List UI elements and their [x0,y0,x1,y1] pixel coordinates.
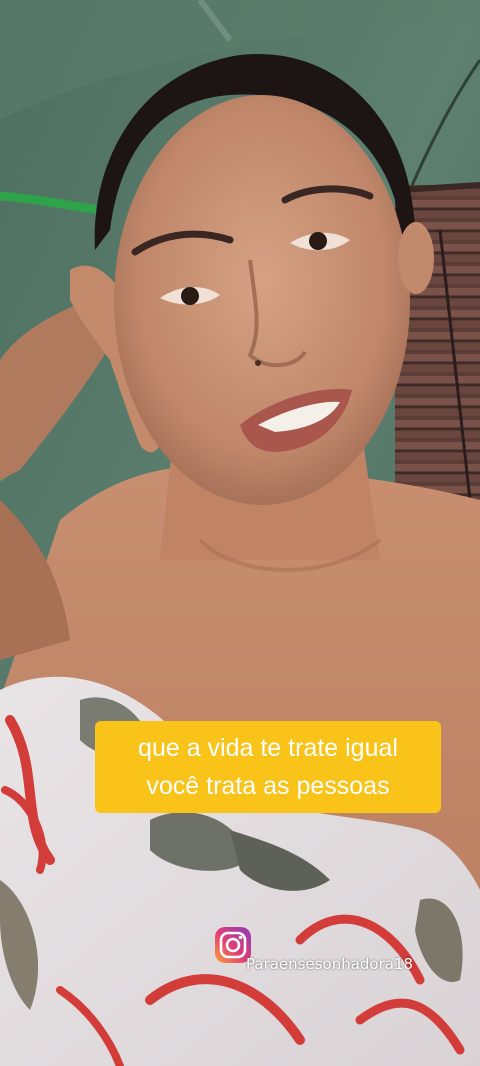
selfie-photo [0,0,480,1066]
caption-line-2: você trata as pessoas [146,772,390,800]
caption-box: que a vida te trate igual você trata as … [95,721,441,813]
instagram-watermark: Paraensesonhadora18 [212,915,413,975]
video-frame: que a vida te trate igual você trata as … [0,0,480,1066]
instagram-handle: Paraensesonhadora18 [246,955,414,973]
caption-line-1: que a vida te trate igual [138,734,398,762]
